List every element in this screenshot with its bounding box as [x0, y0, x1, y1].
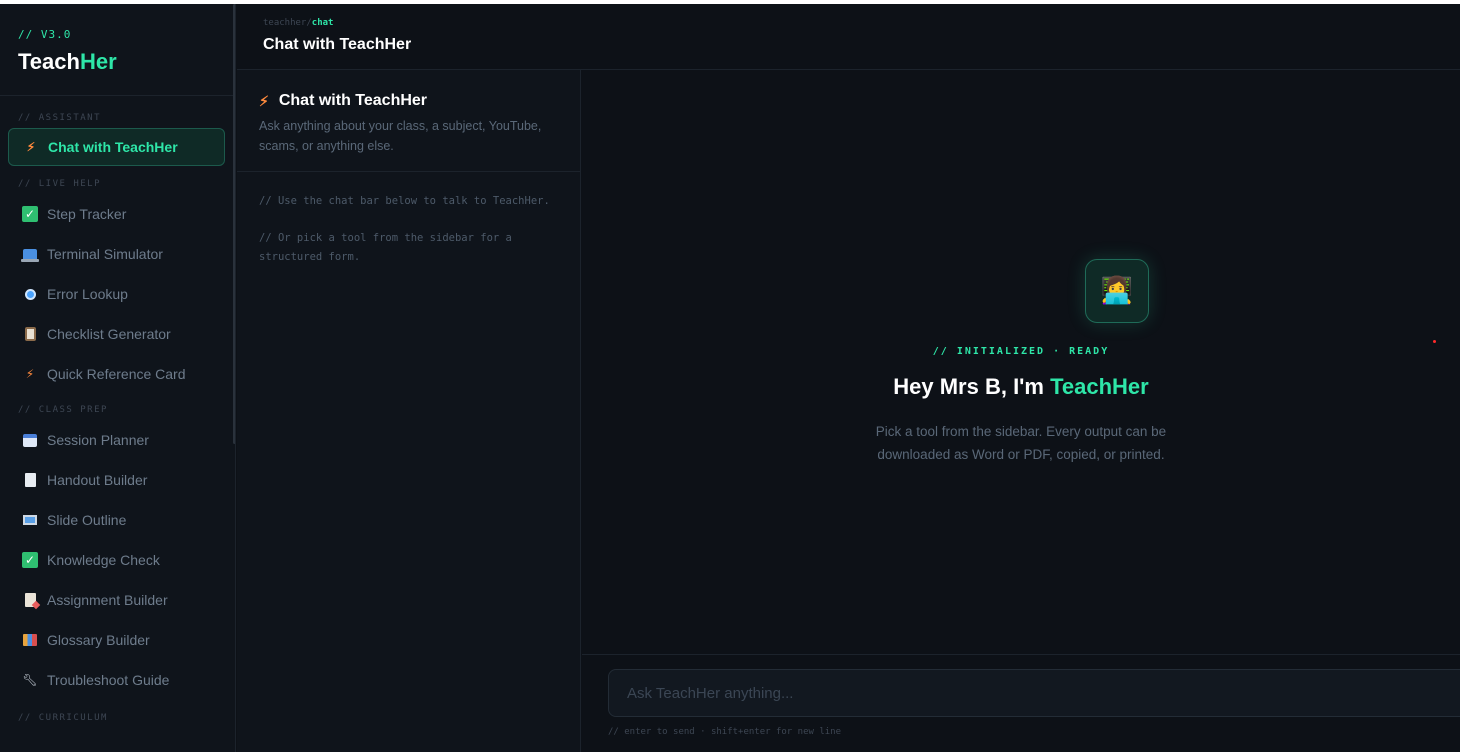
bolt-icon: ⚡︎	[25, 367, 35, 381]
brand-logo[interactable]: TeachHer	[18, 49, 217, 75]
sidebar-item-label: Quick Reference Card	[47, 366, 186, 382]
sidebar-item-label: Knowledge Check	[47, 552, 160, 568]
sidebar-item-label: Terminal Simulator	[47, 246, 163, 262]
section-label-live-help: // LIVE HELP	[18, 179, 102, 189]
sidebar-item-knowledge-check[interactable]: ✓ Knowledge Check	[0, 540, 235, 580]
sidebar-item-label: Handout Builder	[47, 472, 148, 488]
sidebar-item-label: Session Planner	[47, 432, 149, 448]
chat-main-area: 👩‍💻 // INITIALIZED · READY Hey Mrs B, I'…	[582, 70, 1460, 654]
panel-title: ⚡︎ Chat with TeachHer	[259, 92, 558, 110]
panel-note-tools: // Or pick a tool from the sidebar for a…	[259, 232, 512, 263]
panel-notes: // Use the chat bar below to talk to Tea…	[237, 172, 580, 267]
laptop-icon	[21, 246, 39, 262]
brand-name-accent: Her	[79, 49, 117, 74]
check-box-icon: ✓	[22, 206, 38, 222]
sidebar-item-error-lookup[interactable]: Error Lookup	[0, 274, 235, 314]
section-label-curriculum: // CURRICULUM	[18, 713, 108, 723]
sidebar-item-session-planner[interactable]: Session Planner	[0, 420, 235, 460]
calendar-icon	[22, 432, 38, 448]
tool-panel: ⚡︎ Chat with TeachHer Ask anything about…	[237, 70, 581, 752]
memo-icon	[22, 592, 38, 608]
sidebar-item-handout-builder[interactable]: Handout Builder	[0, 460, 235, 500]
breadcrumb: teachher/chat	[263, 18, 333, 28]
panel-note-chat: // Use the chat bar below to talk to Tea…	[259, 195, 550, 207]
brand-name-main: Teach	[18, 49, 80, 74]
breadcrumb-current: chat	[311, 18, 334, 28]
sidebar-item-chat-with-teachher[interactable]: ⚡︎ Chat with TeachHer	[8, 128, 225, 166]
sidebar-item-slide-outline[interactable]: Slide Outline	[0, 500, 235, 540]
red-dot-marker	[1433, 340, 1436, 343]
sidebar-item-label: Error Lookup	[47, 286, 128, 302]
desktop-icon	[22, 512, 38, 528]
bolt-icon: ⚡︎	[26, 140, 36, 154]
subtitle-line-2: downloaded as Word or PDF, copied, or pr…	[877, 447, 1165, 462]
status-line: // INITIALIZED · READY	[932, 346, 1110, 357]
sidebar-item-checklist-generator[interactable]: Checklist Generator	[0, 314, 235, 354]
panel-title-text: Chat with TeachHer	[278, 92, 428, 109]
greeting-heading: Hey Mrs B, I'm TeachHer	[486, 374, 1460, 400]
sidebar-item-label: Checklist Generator	[47, 326, 171, 342]
sidebar-item-label: Chat with TeachHer	[48, 139, 178, 155]
panel-header: ⚡︎ Chat with TeachHer Ask anything about…	[237, 70, 580, 172]
magnifier-icon	[22, 286, 38, 302]
wrench-icon: 🔧︎	[22, 673, 38, 687]
chat-input[interactable]	[608, 669, 1460, 717]
clipboard-icon	[22, 326, 38, 342]
sidebar-item-step-tracker[interactable]: ✓ Step Tracker	[0, 194, 235, 234]
sidebar-item-label: Troubleshoot Guide	[47, 672, 170, 688]
sidebar-item-label: Assignment Builder	[47, 592, 168, 608]
section-label-assistant: // ASSISTANT	[18, 113, 102, 123]
sidebar-item-label: Step Tracker	[47, 206, 127, 222]
bolt-icon: ⚡︎	[259, 92, 269, 109]
sidebar-item-label: Glossary Builder	[47, 632, 150, 648]
chat-hint: // enter to send · shift+enter for new l…	[608, 727, 841, 737]
sidebar-item-troubleshoot-guide[interactable]: 🔧︎ Troubleshoot Guide	[0, 660, 235, 700]
page-header: teachher/chat Chat with TeachHer	[237, 4, 1460, 70]
page-title: Chat with TeachHer	[263, 36, 412, 53]
greeting-accent: TeachHer	[1050, 374, 1149, 399]
panel-description: Ask anything about your class, a subject…	[259, 119, 542, 153]
greeting-prefix: Hey Mrs B, I'm	[893, 374, 1051, 399]
sidebar-scrollbar[interactable]	[233, 4, 235, 444]
check-box-icon: ✓	[22, 552, 38, 568]
breadcrumb-root[interactable]: teachher/	[263, 18, 312, 28]
sidebar-item-quick-reference-card[interactable]: ⚡︎ Quick Reference Card	[0, 354, 235, 394]
brand-block: // V3.0 TeachHer	[0, 4, 235, 96]
sidebar-item-glossary-builder[interactable]: Glossary Builder	[0, 620, 235, 660]
books-icon	[22, 632, 38, 648]
woman-technologist-icon: 👩‍💻	[1085, 259, 1149, 323]
document-icon	[22, 472, 38, 488]
app-window: // V3.0 TeachHer // ASSISTANT ⚡︎ Chat wi…	[0, 4, 1460, 752]
sidebar-item-terminal-simulator[interactable]: Terminal Simulator	[0, 234, 235, 274]
brand-version: // V3.0	[18, 28, 72, 41]
subtitle-line-1: Pick a tool from the sidebar. Every outp…	[875, 424, 1167, 439]
section-label-class-prep: // CLASS PREP	[18, 405, 108, 415]
sidebar-item-label: Slide Outline	[47, 512, 127, 528]
sidebar: // V3.0 TeachHer // ASSISTANT ⚡︎ Chat wi…	[0, 4, 236, 752]
chat-bar: // enter to send · shift+enter for new l…	[582, 654, 1460, 752]
sidebar-item-assignment-builder[interactable]: Assignment Builder	[0, 580, 235, 620]
greeting-subtitle: Pick a tool from the sidebar. Every outp…	[486, 420, 1460, 466]
